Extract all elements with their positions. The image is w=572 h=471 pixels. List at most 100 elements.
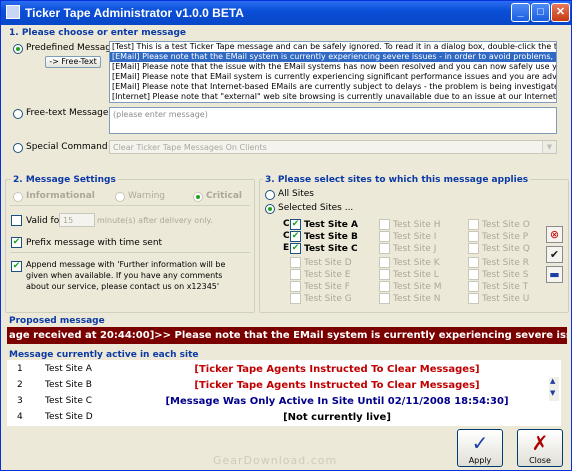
title-bar: Ticker Tape Administrator v1.0.0 BETA _ … xyxy=(1,1,571,25)
site-checkbox-q[interactable] xyxy=(468,243,479,254)
row-message: [Ticker Tape Agents Instructed To Clear … xyxy=(194,364,480,375)
active-messages-list: 1 Test Site A [Ticker Tape Agents Instru… xyxy=(7,360,561,426)
list-item[interactable]: 4 Test Site D [Not currently live] xyxy=(7,410,547,425)
valid-for-spinner[interactable]: 15 xyxy=(59,213,95,227)
predefined-radio[interactable] xyxy=(13,44,23,54)
folder-icon[interactable]: ▬ xyxy=(546,266,563,283)
level-warning-label: Warning xyxy=(128,191,166,201)
site-label-e: Test Site E xyxy=(304,270,351,280)
special-command-select[interactable]: Clear Ticker Tape Messages On Clients ▼ xyxy=(109,140,557,154)
clear-selection-icon[interactable]: ⊗ xyxy=(546,226,563,243)
check-icon[interactable]: ✔ xyxy=(546,246,563,263)
site-checkbox-k[interactable] xyxy=(379,257,390,268)
scroll-up-icon[interactable]: ▲ xyxy=(550,377,555,385)
apply-button[interactable]: ✓ Apply xyxy=(457,429,503,467)
free-text-link-button[interactable]: -> Free-Text xyxy=(45,56,101,68)
site-checkbox-p[interactable] xyxy=(468,231,479,242)
special-command-value: Clear Ticker Tape Messages On Clients xyxy=(113,143,267,152)
site-checkbox-a[interactable]: ✔ xyxy=(290,219,301,230)
site-label-p: Test Site P xyxy=(482,232,529,242)
site-checkbox-n[interactable] xyxy=(379,293,390,304)
site-checkbox-g[interactable] xyxy=(290,293,301,304)
site-label-d: Test Site D xyxy=(304,258,352,268)
free-text-label: Free-text Message xyxy=(26,108,109,118)
divider xyxy=(10,252,250,253)
selected-sites-radio[interactable] xyxy=(265,204,275,214)
row-site: Test Site A xyxy=(45,364,92,374)
site-checkbox-l[interactable] xyxy=(379,269,390,280)
row-number: 1 xyxy=(17,364,23,374)
site-checkbox-h[interactable] xyxy=(379,219,390,230)
site-checkbox-u[interactable] xyxy=(468,293,479,304)
level-critical-radio[interactable] xyxy=(193,192,203,202)
valid-for-value: 15 xyxy=(63,216,74,225)
site-label-f: Test Site F xyxy=(304,282,350,292)
site-label-q: Test Site Q xyxy=(482,244,530,254)
append-message-checkbox[interactable]: ✔ xyxy=(11,261,22,272)
divider xyxy=(10,205,250,206)
site-checkbox-s[interactable] xyxy=(468,269,479,280)
minimize-button[interactable]: _ xyxy=(511,3,530,22)
site-label-u: Test Site U xyxy=(482,294,530,304)
list-item[interactable]: 2 Test Site B [Ticker Tape Agents Instru… xyxy=(7,378,547,393)
window-title: Ticker Tape Administrator v1.0.0 BETA xyxy=(25,6,244,20)
close-window-button[interactable]: ✕ xyxy=(551,3,570,22)
main-window: Ticker Tape Administrator v1.0.0 BETA _ … xyxy=(0,0,572,471)
site-label-m: Test Site M xyxy=(393,282,442,292)
site-checkbox-f[interactable] xyxy=(290,281,301,292)
append-message-label: Append message with 'Further information… xyxy=(26,260,226,291)
prefix-time-checkbox[interactable]: ✔ xyxy=(11,237,22,248)
site-checkbox-t[interactable] xyxy=(468,281,479,292)
message-option[interactable]: [EMail] Please note that EMail system is… xyxy=(110,72,556,82)
site-label-l: Test Site L xyxy=(393,270,439,280)
site-checkbox-d[interactable] xyxy=(290,257,301,268)
message-option[interactable]: [Test] This is a test Ticker Tape messag… xyxy=(110,42,556,52)
row-message: [Not currently live] xyxy=(283,412,391,423)
valid-for-suffix: minute(s) after delivery only. xyxy=(97,216,213,225)
scroll-down-icon[interactable]: ▼ xyxy=(550,389,555,397)
site-label-r: Test Site R xyxy=(482,258,529,268)
message-option[interactable]: [EMail] Please note that Internet-based … xyxy=(110,82,556,92)
message-option[interactable]: [EMail] Please note that the issue with … xyxy=(110,62,556,72)
site-label-t: Test Site T xyxy=(482,282,529,292)
proposed-message-tape[interactable]: age received at 20:44:00]>> Please note … xyxy=(7,327,567,344)
special-command-label: Special Command xyxy=(26,142,108,152)
all-sites-radio[interactable] xyxy=(265,190,275,200)
close-button[interactable]: ✗ Close xyxy=(517,429,563,467)
valid-for-checkbox[interactable] xyxy=(11,215,22,226)
site-checkbox-j[interactable] xyxy=(379,243,390,254)
prefix-time-label: Prefix message with time sent xyxy=(26,238,163,248)
active-list-scrollbar[interactable]: ▲ ▼ xyxy=(549,377,559,401)
chevron-down-icon[interactable]: ▼ xyxy=(542,141,556,153)
maximize-button[interactable]: □ xyxy=(531,3,550,22)
site-checkbox-r[interactable] xyxy=(468,257,479,268)
special-command-radio[interactable] xyxy=(13,143,23,153)
list-item[interactable]: 1 Test Site A [Ticker Tape Agents Instru… xyxy=(7,362,547,377)
proposed-title: Proposed message xyxy=(9,316,105,326)
level-warning-radio[interactable] xyxy=(115,192,125,202)
selected-sites-label: Selected Sites ... xyxy=(278,203,354,213)
site-checkbox-m[interactable] xyxy=(379,281,390,292)
row-site: Test Site D xyxy=(45,412,93,422)
site-label-n: Test Site N xyxy=(393,294,441,304)
site-checkbox-e[interactable] xyxy=(290,269,301,280)
free-text-input[interactable]: (please enter message) xyxy=(109,107,557,134)
apply-label: Apply xyxy=(468,456,492,465)
site-label-c: Test Site C xyxy=(304,244,358,254)
site-checkbox-o[interactable] xyxy=(468,219,479,230)
level-critical-label: Critical xyxy=(206,191,243,201)
row-site: Test Site B xyxy=(45,380,92,390)
site-label-a: Test Site A xyxy=(304,220,358,230)
section3-title: 3. Please select sites to which this mes… xyxy=(263,175,531,185)
site-label-b: Test Site B xyxy=(304,232,358,242)
predefined-message-list[interactable]: [Test] This is a test Ticker Tape messag… xyxy=(109,41,557,103)
level-informational-radio[interactable] xyxy=(13,192,23,202)
free-text-radio[interactable] xyxy=(13,109,23,119)
message-option-selected[interactable]: [EMail] Please note that the EMail syste… xyxy=(110,52,556,62)
site-checkbox-b[interactable]: ✔ xyxy=(290,231,301,242)
site-checkbox-i[interactable] xyxy=(379,231,390,242)
message-option[interactable]: [Internet] Please note that "external" w… xyxy=(110,92,556,102)
list-item[interactable]: 3 Test Site C [Message Was Only Active I… xyxy=(7,394,547,409)
site-label-j: Test Site J xyxy=(393,244,437,254)
site-checkbox-c[interactable]: ✔ xyxy=(290,243,301,254)
